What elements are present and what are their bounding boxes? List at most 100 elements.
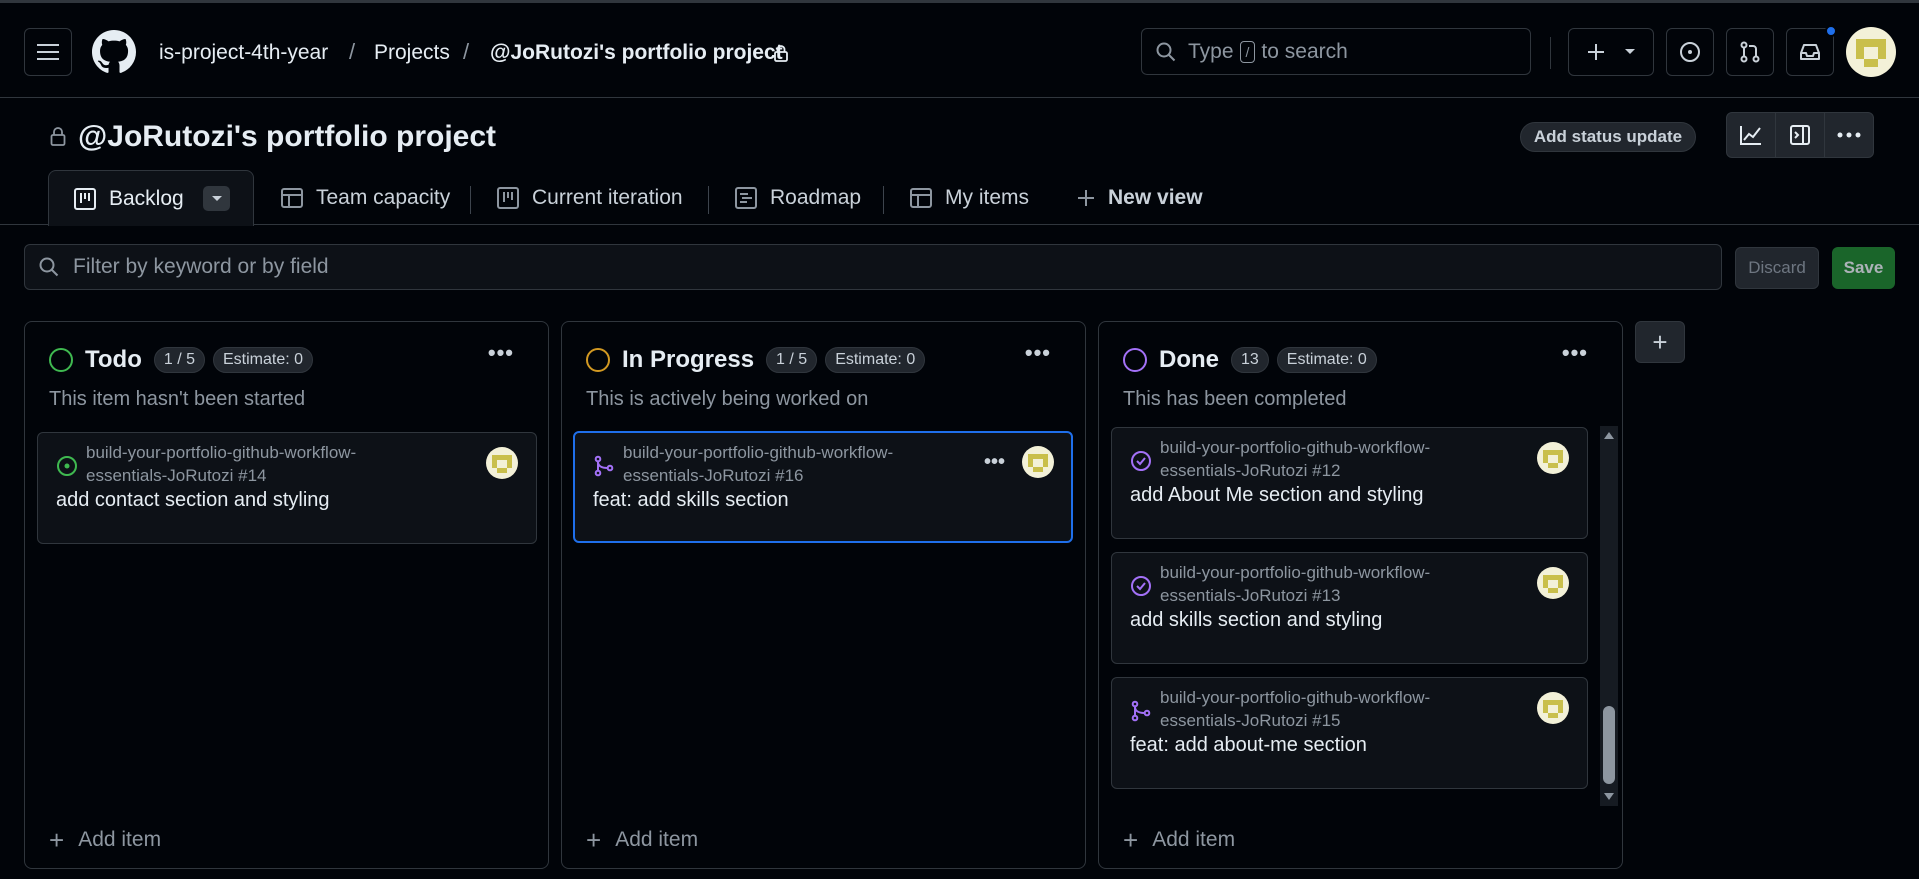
breadcrumb-separator: / [349, 39, 356, 64]
more-options-button[interactable] [1825, 113, 1873, 157]
merged-pr-icon [594, 455, 614, 477]
tab-my-items[interactable]: My items [909, 170, 1029, 225]
add-item-label: Add item [615, 828, 699, 851]
column-todo: Todo 1 / 5 Estimate: 0 ••• This item has… [24, 321, 549, 869]
closed-issue-icon [1131, 451, 1151, 471]
breadcrumb-org[interactable]: is-project-4th-year [159, 41, 328, 65]
table-icon [910, 187, 932, 208]
assignee-avatar[interactable] [1537, 567, 1569, 599]
item-count-badge: 13 [1231, 347, 1269, 373]
column-scrollbar[interactable] [1600, 426, 1618, 806]
column-description: This has been completed [1123, 388, 1347, 410]
user-avatar[interactable] [1846, 27, 1896, 77]
tab-team-capacity[interactable]: Team capacity [280, 170, 450, 225]
lock-icon [50, 127, 66, 146]
card[interactable]: build-your-portfolio-github-workflow-ess… [1111, 427, 1588, 539]
card-repo[interactable]: build-your-portfolio-github-workflow-ess… [1160, 436, 1500, 482]
card[interactable]: build-your-portfolio-github-workflow-ess… [1111, 677, 1588, 789]
column-menu-button[interactable]: ••• [1562, 340, 1588, 366]
scrollbar-thumb[interactable] [1603, 706, 1615, 784]
add-status-update-button[interactable]: Add status update [1520, 122, 1696, 152]
add-column-button[interactable]: + [1635, 321, 1685, 363]
tab-label: Current iteration [532, 185, 683, 209]
card-repo[interactable]: build-your-portfolio-github-workflow-ess… [1160, 561, 1500, 607]
search-icon [1156, 42, 1176, 62]
assignee-avatar[interactable] [1022, 446, 1054, 478]
view-tabs: Backlog Team capacity Current iteration … [0, 170, 1919, 226]
card-menu-button[interactable]: ••• [984, 451, 1005, 474]
scroll-down-arrow-icon[interactable] [1603, 792, 1615, 802]
card-repo[interactable]: build-your-portfolio-github-workflow-ess… [86, 441, 426, 487]
assignee-avatar[interactable] [1537, 442, 1569, 474]
card-title[interactable]: add contact section and styling [56, 489, 330, 512]
assignee-avatar[interactable] [486, 447, 518, 479]
table-icon [281, 187, 303, 208]
inbox-icon [1800, 44, 1820, 60]
menu-button[interactable] [24, 28, 72, 76]
insights-button[interactable] [1727, 113, 1776, 157]
issues-button[interactable] [1666, 28, 1714, 76]
add-item-label: Add item [78, 828, 162, 851]
card[interactable]: build-your-portfolio-github-workflow-ess… [573, 431, 1073, 543]
save-button[interactable]: Save [1832, 247, 1895, 289]
plus-icon: + [1123, 825, 1139, 855]
column-menu-button[interactable]: ••• [488, 340, 514, 366]
tab-roadmap[interactable]: Roadmap [734, 170, 861, 225]
assignee-avatar[interactable] [1537, 692, 1569, 724]
item-count-badge: 1 / 5 [153, 347, 205, 373]
triangle-down-icon [1625, 49, 1635, 54]
column-done: Done 13 Estimate: 0 ••• This has been co… [1098, 321, 1623, 869]
add-item-button[interactable]: + Add item [49, 827, 162, 853]
tab-divider [883, 186, 884, 214]
breadcrumb-project[interactable]: @JoRutozi's portfolio project [490, 41, 783, 65]
tab-label: Team capacity [316, 185, 451, 209]
breadcrumb-projects[interactable]: Projects [374, 41, 450, 65]
tab-backlog[interactable]: Backlog [48, 170, 254, 226]
tab-divider [708, 186, 709, 214]
plus-icon [1078, 189, 1094, 206]
card-title[interactable]: feat: add about-me section [1130, 734, 1367, 757]
discard-button[interactable]: Discard [1735, 247, 1819, 289]
tab-label: Roadmap [770, 185, 862, 209]
board-icon [497, 186, 519, 209]
column-description: This item hasn't been started [49, 388, 306, 410]
global-header: is-project-4th-year / Projects / @JoRuto… [0, 3, 1919, 98]
plus-icon: + [586, 825, 602, 855]
search-input[interactable]: Type / to search [1141, 28, 1531, 75]
tab-label: Backlog [109, 186, 184, 210]
side-panel-button[interactable] [1776, 113, 1825, 157]
sidebar-expand-icon [1790, 125, 1810, 145]
add-item-button[interactable]: + Add item [1123, 825, 1235, 855]
scroll-up-arrow-icon[interactable] [1603, 430, 1615, 440]
add-item-button[interactable]: + Add item [586, 825, 699, 855]
header-divider [1550, 37, 1551, 69]
column-name: Todo [85, 346, 142, 373]
project-actions [1726, 112, 1874, 158]
create-new-button[interactable] [1568, 28, 1654, 76]
status-circle-icon [49, 348, 73, 372]
kebab-horizontal-icon [1837, 132, 1861, 138]
column-in-progress: In Progress 1 / 5 Estimate: 0 ••• This i… [561, 321, 1086, 869]
tab-label: New view [1108, 185, 1203, 209]
open-issue-icon [57, 456, 77, 476]
tab-options-button[interactable] [203, 186, 230, 211]
new-view-button[interactable]: New view [1076, 170, 1203, 225]
card-title[interactable]: add About Me section and styling [1130, 484, 1424, 507]
estimate-badge: Estimate: 0 [1276, 347, 1377, 373]
card-title[interactable]: add skills section and styling [1130, 609, 1382, 632]
board-icon [74, 187, 96, 210]
tab-label: My items [945, 185, 1029, 209]
card[interactable]: build-your-portfolio-github-workflow-ess… [1111, 552, 1588, 664]
search-shortcut-key: / [1239, 40, 1256, 63]
pull-requests-button[interactable] [1726, 28, 1774, 76]
hamburger-icon [37, 44, 59, 60]
card[interactable]: build-your-portfolio-github-workflow-ess… [37, 432, 537, 544]
card-repo[interactable]: build-your-portfolio-github-workflow-ess… [623, 441, 963, 487]
column-menu-button[interactable]: ••• [1025, 340, 1051, 366]
card-title[interactable]: feat: add skills section [593, 489, 789, 512]
tab-current-iteration[interactable]: Current iteration [496, 170, 683, 225]
filter-input[interactable]: Filter by keyword or by field [24, 244, 1722, 290]
estimate-badge: Estimate: 0 [825, 347, 926, 373]
card-repo[interactable]: build-your-portfolio-github-workflow-ess… [1160, 686, 1500, 732]
github-logo-icon[interactable] [92, 30, 136, 74]
